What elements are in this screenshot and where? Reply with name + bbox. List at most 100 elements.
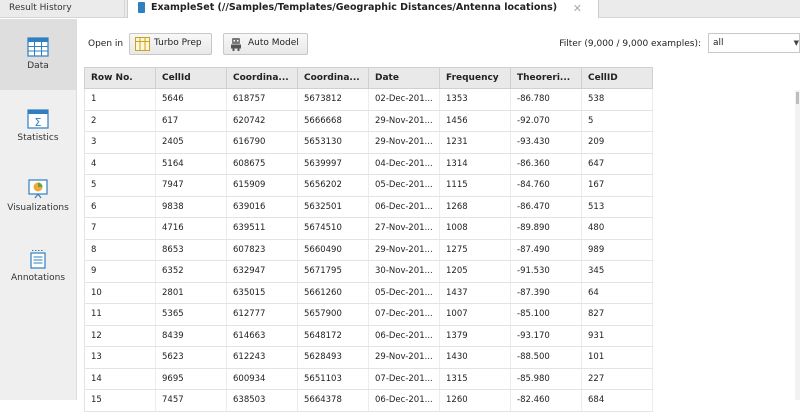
sidebar-item-data[interactable]: Data bbox=[0, 19, 76, 90]
table-cell[interactable]: 06-Dec-201... bbox=[368, 389, 440, 412]
table-row[interactable]: 2 617 620742 5666668 29-Nov-201... 1456 -92.07… bbox=[84, 110, 653, 132]
close-icon[interactable]: ✕ bbox=[573, 2, 582, 15]
table-cell[interactable]: 5 bbox=[84, 174, 156, 197]
table-cell[interactable]: 827 bbox=[581, 303, 653, 326]
table-cell[interactable]: 639016 bbox=[226, 196, 298, 218]
table-cell[interactable]: 1007 bbox=[439, 303, 511, 326]
table-cell[interactable]: 931 bbox=[581, 325, 653, 347]
column-header-coordinate-y[interactable]: Coordina... bbox=[297, 67, 369, 89]
sidebar-item-visualizations[interactable]: Visualizations bbox=[0, 179, 76, 229]
table-cell[interactable]: 5623 bbox=[155, 346, 227, 369]
table-cell[interactable]: 1430 bbox=[439, 346, 511, 369]
table-cell[interactable]: 1379 bbox=[439, 325, 511, 347]
table-cell[interactable]: 600934 bbox=[226, 368, 298, 390]
table-cell[interactable]: 345 bbox=[581, 260, 653, 283]
table-cell[interactable]: 3 bbox=[84, 131, 156, 154]
table-cell[interactable]: 5674510 bbox=[297, 217, 369, 240]
table-cell[interactable]: 5671795 bbox=[297, 260, 369, 283]
table-cell[interactable]: 639511 bbox=[226, 217, 298, 240]
table-cell[interactable]: 07-Dec-201... bbox=[368, 368, 440, 390]
table-row[interactable]: 5 7947 615909 5656202 05-Dec-201... 1115 -84.7… bbox=[84, 174, 653, 197]
table-cell[interactable]: 06-Dec-201... bbox=[368, 196, 440, 218]
table-cell[interactable]: 5664378 bbox=[297, 389, 369, 412]
table-row[interactable]: 11 5365 612777 5657900 07-Dec-201... 1007 -85.… bbox=[84, 303, 653, 326]
table-cell[interactable]: 616790 bbox=[226, 131, 298, 154]
filter-dropdown[interactable]: all ▼ bbox=[708, 33, 800, 53]
table-cell[interactable]: 5 bbox=[581, 110, 653, 132]
table-cell[interactable]: 1353 bbox=[439, 88, 511, 111]
table-cell[interactable]: 29-Nov-201... bbox=[368, 131, 440, 154]
table-row[interactable]: 15 7457 638503 5664378 06-Dec-201... 1260 -82.… bbox=[84, 389, 653, 412]
table-cell[interactable]: -86.470 bbox=[510, 196, 582, 218]
table-cell[interactable]: 5660490 bbox=[297, 239, 369, 261]
table-cell[interactable]: 5656202 bbox=[297, 174, 369, 197]
table-cell[interactable]: 8439 bbox=[155, 325, 227, 347]
table-cell[interactable]: 15 bbox=[84, 389, 156, 412]
table-cell[interactable]: 538 bbox=[581, 88, 653, 111]
table-cell[interactable]: -88.500 bbox=[510, 346, 582, 369]
table-cell[interactable]: 227 bbox=[581, 368, 653, 390]
table-cell[interactable]: 02-Dec-201... bbox=[368, 88, 440, 111]
table-cell[interactable]: 635015 bbox=[226, 282, 298, 304]
table-cell[interactable]: 614663 bbox=[226, 325, 298, 347]
table-cell[interactable]: 5673812 bbox=[297, 88, 369, 111]
table-cell[interactable]: 29-Nov-201... bbox=[368, 110, 440, 132]
column-header-cellid-2[interactable]: CellID bbox=[581, 67, 653, 89]
table-cell[interactable]: 617 bbox=[155, 110, 227, 132]
table-cell[interactable]: 647 bbox=[581, 153, 653, 175]
table-cell[interactable]: 64 bbox=[581, 282, 653, 304]
column-header-frequency[interactable]: Frequency bbox=[439, 67, 511, 89]
table-cell[interactable]: 1115 bbox=[439, 174, 511, 197]
table-cell[interactable]: -93.170 bbox=[510, 325, 582, 347]
table-cell[interactable]: 8653 bbox=[155, 239, 227, 261]
scrollbar-thumb[interactable] bbox=[796, 92, 799, 104]
column-header-cellid[interactable]: CellId bbox=[155, 67, 227, 89]
table-cell[interactable]: 27-Nov-201... bbox=[368, 217, 440, 240]
table-cell[interactable]: -89.890 bbox=[510, 217, 582, 240]
table-cell[interactable]: 5639997 bbox=[297, 153, 369, 175]
table-cell[interactable]: 513 bbox=[581, 196, 653, 218]
table-cell[interactable]: 8 bbox=[84, 239, 156, 261]
table-cell[interactable]: -85.980 bbox=[510, 368, 582, 390]
table-cell[interactable]: 05-Dec-201... bbox=[368, 174, 440, 197]
table-cell[interactable]: 7947 bbox=[155, 174, 227, 197]
table-cell[interactable]: 2801 bbox=[155, 282, 227, 304]
table-cell[interactable]: 7457 bbox=[155, 389, 227, 412]
table-cell[interactable]: -87.490 bbox=[510, 239, 582, 261]
table-cell[interactable]: 1314 bbox=[439, 153, 511, 175]
sidebar-item-statistics[interactable]: Σ Statistics bbox=[0, 109, 76, 159]
table-cell[interactable]: 12 bbox=[84, 325, 156, 347]
column-header-theoretical[interactable]: Theoreri... bbox=[510, 67, 582, 89]
table-cell[interactable]: 9695 bbox=[155, 368, 227, 390]
table-cell[interactable]: 5365 bbox=[155, 303, 227, 326]
table-cell[interactable]: 5648172 bbox=[297, 325, 369, 347]
table-cell[interactable]: 07-Dec-201... bbox=[368, 303, 440, 326]
table-cell[interactable]: -84.760 bbox=[510, 174, 582, 197]
table-cell[interactable]: 2 bbox=[84, 110, 156, 132]
table-cell[interactable]: -86.360 bbox=[510, 153, 582, 175]
table-cell[interactable]: 632947 bbox=[226, 260, 298, 283]
table-cell[interactable]: 9 bbox=[84, 260, 156, 283]
table-cell[interactable]: 14 bbox=[84, 368, 156, 390]
table-cell[interactable]: 5164 bbox=[155, 153, 227, 175]
table-cell[interactable]: 209 bbox=[581, 131, 653, 154]
table-row[interactable]: 6 9838 639016 5632501 06-Dec-201... 1268 -86.4… bbox=[84, 196, 653, 218]
tab-example-set[interactable]: ExampleSet (//Samples/Templates/Geograph… bbox=[127, 0, 599, 18]
table-row[interactable]: 3 2405 616790 5653130 29-Nov-201... 1231 -93.4… bbox=[84, 131, 653, 154]
table-cell[interactable]: 5653130 bbox=[297, 131, 369, 154]
table-cell[interactable]: 615909 bbox=[226, 174, 298, 197]
table-row[interactable]: 8 8653 607823 5660490 29-Nov-201... 1275 -87.4… bbox=[84, 239, 653, 261]
table-cell[interactable]: 6 bbox=[84, 196, 156, 218]
table-cell[interactable]: -92.070 bbox=[510, 110, 582, 132]
table-cell[interactable]: 1315 bbox=[439, 368, 511, 390]
table-cell[interactable]: 06-Dec-201... bbox=[368, 325, 440, 347]
table-cell[interactable]: 620742 bbox=[226, 110, 298, 132]
vertical-scrollbar[interactable] bbox=[795, 90, 800, 400]
table-cell[interactable]: 29-Nov-201... bbox=[368, 239, 440, 261]
table-cell[interactable]: 7 bbox=[84, 217, 156, 240]
table-row[interactable]: 1 5646 618757 5673812 02-Dec-201... 1353 -86.7… bbox=[84, 88, 653, 111]
table-cell[interactable]: 1437 bbox=[439, 282, 511, 304]
table-cell[interactable]: -93.430 bbox=[510, 131, 582, 154]
table-cell[interactable]: 618757 bbox=[226, 88, 298, 111]
table-cell[interactable]: 29-Nov-201... bbox=[368, 346, 440, 369]
